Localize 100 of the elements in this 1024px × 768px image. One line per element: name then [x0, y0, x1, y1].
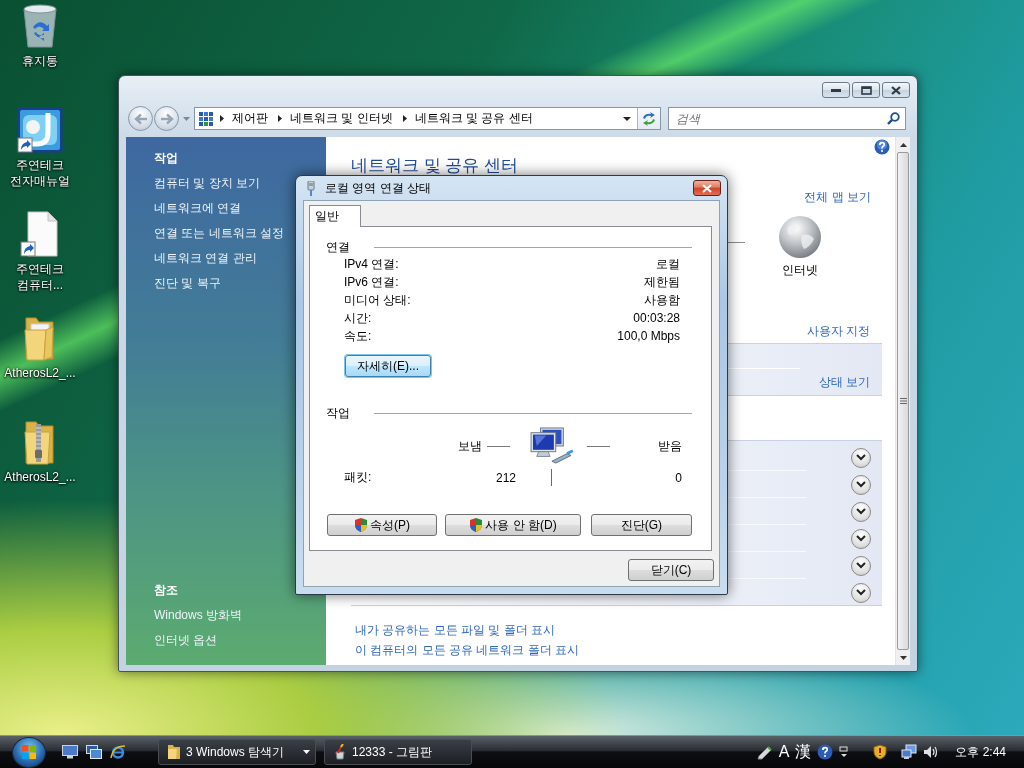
view-status-link[interactable]: 상태 보기 — [818, 373, 870, 391]
globe-icon — [778, 215, 822, 259]
task-link[interactable]: 진단 및 복구 — [154, 271, 221, 296]
sent-count: 212 — [495, 470, 516, 485]
page-title: 네트워크 및 공유 센터 — [351, 157, 519, 175]
dialog-title: 로컬 영역 연결 상태 — [325, 179, 431, 197]
field-value: 로컬 — [656, 256, 680, 273]
field-value: 100,0 Mbps — [617, 328, 680, 345]
orbit-ring-icon[interactable] — [110, 744, 126, 760]
dropdown-caret-icon[interactable] — [183, 116, 190, 121]
expand-button[interactable] — [851, 555, 871, 576]
breadcrumb-arrow-icon[interactable] — [220, 115, 224, 122]
action-button[interactable]: 사용 안 함(D) — [445, 514, 581, 536]
field-label: 미디어 상태: — [344, 292, 411, 309]
action-button[interactable]: 속성(P) — [327, 514, 438, 536]
grip-icon — [899, 398, 907, 404]
taskbar-button[interactable]: 3 Windows 탐색기 — [158, 739, 316, 765]
breadcrumb[interactable]: 제어판 — [228, 108, 272, 129]
icon-label[interactable]: AtherosL2_... — [1, 365, 79, 381]
breadcrumb-arrow-icon[interactable] — [278, 115, 282, 122]
plug-icon — [307, 180, 315, 196]
task-link[interactable]: 네트워크 연결 관리 — [154, 246, 257, 271]
breadcrumb[interactable]: 네트워크 및 공유 센터 — [410, 108, 537, 129]
expand-button[interactable] — [851, 582, 871, 603]
action-button[interactable]: 진단(G) — [590, 514, 692, 536]
task-link[interactable]: 연결 또는 네트워크 설정 — [154, 221, 284, 246]
maximize-icon — [860, 85, 872, 95]
details-button[interactable]: 자세히(E)... — [345, 355, 431, 377]
task-link[interactable]: 네트워크에 연결 — [154, 196, 242, 221]
received-count: 0 — [675, 470, 682, 485]
field-label: IPv4 연결: — [344, 256, 399, 273]
paintbrush-icon — [333, 744, 347, 760]
caret-icon — [303, 750, 310, 754]
expand-button[interactable] — [851, 447, 871, 468]
speaker-icon[interactable] — [923, 744, 940, 760]
arrow-left-icon — [133, 112, 148, 125]
ime-indicator[interactable]: 漢 — [795, 743, 812, 761]
help-icon[interactable] — [817, 744, 834, 760]
icon-label[interactable]: 휴지통 — [1, 53, 79, 69]
arrow-right-icon — [159, 112, 174, 125]
icon-label[interactable]: 주연테크 전자매뉴얼 — [1, 157, 79, 189]
chevron-down-icon — [856, 535, 866, 542]
task-link[interactable]: 컴퓨터 및 장치 보기 — [154, 171, 260, 196]
recycle-bin-icon[interactable] — [20, 3, 60, 49]
field-label: 속도: — [344, 328, 372, 345]
cable-line — [550, 469, 552, 486]
refresh-button[interactable] — [637, 108, 660, 129]
document-shortcut-icon[interactable] — [20, 211, 60, 257]
breadcrumb-arrow-icon[interactable] — [402, 115, 407, 122]
expand-button[interactable] — [851, 501, 871, 522]
arrow-down-icon — [899, 655, 907, 660]
sharing-link[interactable]: 이 컴퓨터의 모든 공유 네트워크 폴더 표시 — [355, 640, 579, 660]
section-heading: 참조 — [154, 582, 178, 599]
internet-label: 인터넷 — [782, 262, 818, 278]
refresh-icon — [641, 111, 657, 126]
send-line — [487, 445, 510, 447]
shield-icon[interactable] — [873, 744, 888, 760]
minimize-button[interactable] — [822, 82, 850, 98]
chevron-down-icon — [856, 508, 866, 515]
field-value: 00:03:28 — [633, 310, 680, 327]
clock: 오후 2:44 — [955, 743, 1006, 761]
address-bar[interactable]: 제어판 네트워크 및 인터넷 네트워크 및 공유 센터 — [194, 107, 661, 130]
help-icon[interactable] — [874, 139, 890, 155]
icon-label[interactable]: AtherosL2_... — [1, 469, 79, 485]
search-icon[interactable] — [887, 112, 900, 125]
small-menu-icon[interactable] — [839, 746, 850, 758]
shortcut-tile-icon[interactable] — [17, 107, 63, 153]
received-label: 받음 — [658, 437, 682, 455]
expand-button[interactable] — [851, 474, 871, 495]
taskbar-button[interactable]: 12333 - 그림판 — [324, 739, 472, 765]
chevron-down-icon — [856, 454, 866, 461]
start-button[interactable] — [12, 736, 46, 768]
receive-line — [587, 445, 610, 447]
tab[interactable]: 일반 — [309, 205, 361, 227]
expand-button[interactable] — [851, 528, 871, 549]
chevron-down-icon — [856, 589, 866, 596]
close-icon — [891, 85, 901, 95]
view-map-link[interactable]: 전체 맵 보기 — [804, 188, 871, 206]
close-button[interactable] — [882, 82, 910, 98]
flag-logo-icon — [21, 744, 37, 760]
close-dialog-button[interactable]: 닫기(C) — [628, 559, 714, 581]
maximize-button[interactable] — [852, 82, 880, 98]
scroll-thumb[interactable] — [897, 152, 909, 650]
chevron-down-icon — [856, 562, 866, 569]
sharing-link[interactable]: 내가 공유하는 모든 파일 및 폴더 표시 — [355, 620, 555, 640]
breadcrumb[interactable]: 네트워크 및 인터넷 — [286, 108, 397, 129]
ime-indicator[interactable]: A — [778, 743, 790, 761]
monitor-icon[interactable] — [62, 745, 78, 759]
section-heading: 작업 — [154, 150, 178, 167]
pencil-icon[interactable] — [756, 744, 773, 760]
dropdown-caret-icon — [623, 116, 631, 121]
field-value: 사용함 — [644, 292, 680, 309]
close-button[interactable] — [693, 180, 721, 196]
network-computers-icon[interactable] — [901, 744, 918, 760]
group-heading: 연결 — [326, 239, 350, 255]
customize-link[interactable]: 사용자 지정 — [806, 322, 870, 340]
stacked-windows-icon[interactable] — [86, 745, 102, 759]
search-field[interactable]: 검색 — [668, 107, 906, 130]
field-value: 제한됨 — [644, 274, 680, 291]
icon-label[interactable]: 주연테크 컴퓨터... — [1, 261, 79, 293]
